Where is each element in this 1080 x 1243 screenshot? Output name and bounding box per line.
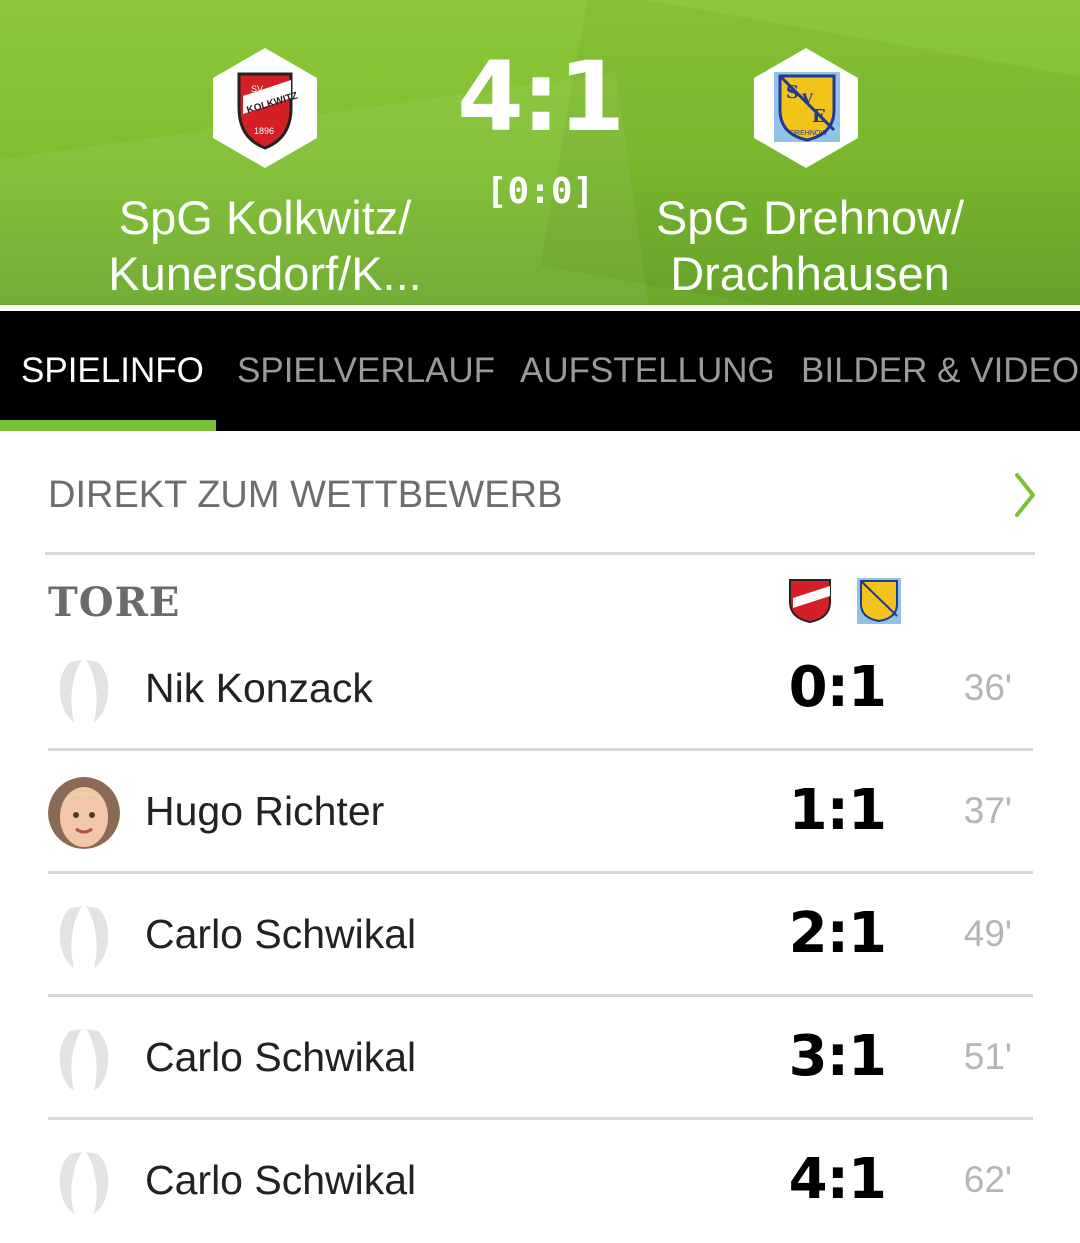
goal-scorer: Nik Konzack (145, 665, 373, 711)
chevron-right-icon (1015, 473, 1035, 517)
goal-scorer: Hugo Richter (145, 788, 385, 834)
placeholder-avatar-icon (48, 1146, 120, 1218)
tab-aufstellung[interactable]: AUFSTELLUNG (520, 311, 775, 431)
goal-score: 0:1 (788, 655, 887, 720)
competition-link-label: DIREKT ZUM WETTBEWERB (48, 474, 563, 516)
away-team-name-line2: Drachhausen (670, 247, 950, 300)
goal-minute: 51' (963, 1036, 1012, 1077)
divider (45, 552, 1035, 555)
away-team-mini-crest-icon (857, 578, 901, 624)
tab-spielverlauf[interactable]: SPIELVERLAUF (237, 311, 495, 431)
goals-heading: TORE (48, 579, 181, 626)
goal-row[interactable]: Hugo Richter 1:1 37' (48, 751, 1033, 874)
goal-minute: 62' (963, 1159, 1012, 1200)
home-team-name[interactable]: SpG Kolkwitz/ Kunersdorf/K... (55, 190, 475, 302)
goal-score: 3:1 (788, 1024, 887, 1089)
match-info-content: DIREKT ZUM WETTBEWERB TORE Nik Konzack 0… (0, 431, 1080, 1240)
goal-scorer: Carlo Schwikal (145, 911, 417, 957)
placeholder-avatar-icon (48, 900, 120, 972)
active-tab-indicator (0, 420, 216, 431)
home-team-name-line1: SpG Kolkwitz/ (118, 191, 412, 244)
svg-text:E: E (812, 106, 826, 127)
svg-text:1896: 1896 (254, 126, 274, 136)
away-team-name-line1: SpG Drehnow/ (655, 191, 965, 244)
goal-minute: 36' (963, 667, 1012, 708)
goal-score: 2:1 (788, 901, 887, 966)
goal-score: 1:1 (788, 778, 887, 843)
placeholder-avatar-icon (48, 654, 120, 726)
placeholder-avatar-icon (48, 1023, 120, 1095)
home-team-mini-crest-icon (788, 578, 832, 624)
goal-row[interactable]: Carlo Schwikal 4:1 62' (48, 1120, 1033, 1243)
home-team-name-line2: Kunersdorf/K... (108, 247, 422, 300)
final-score: 4:1 (457, 41, 625, 153)
goal-row[interactable]: Nik Konzack 0:1 36' (48, 628, 1033, 751)
match-header: SV KOLKWITZ 1896 4:1 [0:0] S V E DREHNOW… (0, 0, 1080, 305)
tab-bilder-videos[interactable]: BILDER & VIDEOS (801, 311, 1080, 431)
goal-score: 4:1 (788, 1147, 887, 1212)
tab-bar: SPIELINFO SPIELVERLAUF AUFSTELLUNG BILDE… (0, 311, 1080, 431)
tab-spielinfo[interactable]: SPIELINFO (21, 311, 204, 431)
goal-row[interactable]: Carlo Schwikal 3:1 51' (48, 997, 1033, 1120)
goal-minute: 37' (963, 790, 1012, 831)
svg-text:DREHNOW: DREHNOW (790, 130, 827, 137)
competition-link[interactable]: DIREKT ZUM WETTBEWERB (0, 431, 1080, 552)
svg-text:S: S (786, 82, 799, 103)
goal-minute: 49' (963, 913, 1012, 954)
player-photo-avatar (48, 777, 120, 849)
goal-row[interactable]: Carlo Schwikal 2:1 49' (48, 874, 1033, 997)
away-team-crest-icon[interactable]: S V E DREHNOW (750, 46, 862, 170)
home-team-crest-icon[interactable]: SV KOLKWITZ 1896 (209, 46, 321, 170)
goal-scorer: Carlo Schwikal (145, 1157, 417, 1203)
goal-scorer: Carlo Schwikal (145, 1034, 417, 1080)
svg-text:SV: SV (251, 84, 263, 94)
away-team-name[interactable]: SpG Drehnow/ Drachhausen (600, 190, 1020, 302)
